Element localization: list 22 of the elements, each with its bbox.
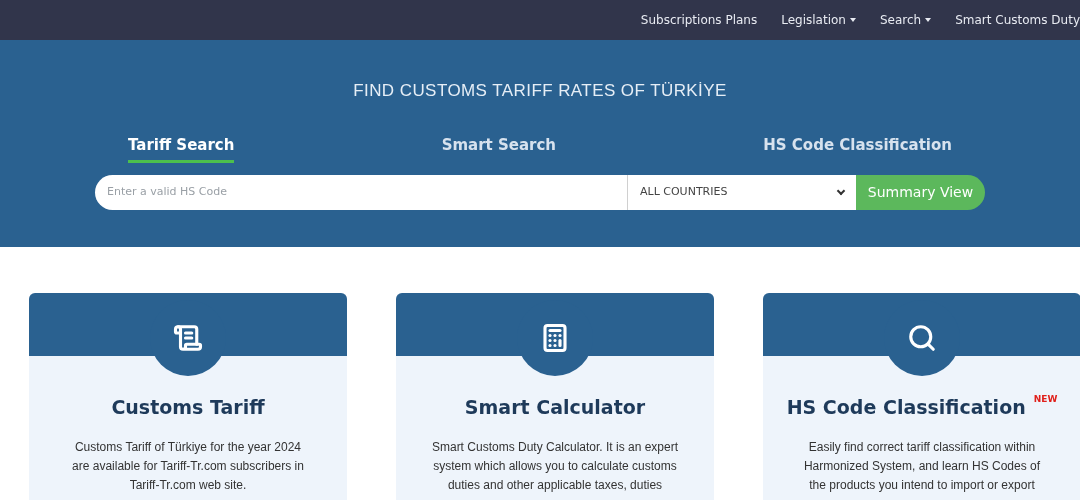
scroll-icon [173, 323, 203, 353]
card-description: Customs Tariff of Türkiye for the year 2024 are available for Tariff-Tr.com subscribers in Tariff-Tr.com web site. [71, 438, 305, 494]
nav-link[interactable]: Search [879, 11, 932, 29]
caret-icon [925, 18, 932, 22]
nav-link[interactable]: Subscriptions Plans [640, 11, 758, 29]
calculator-icon [540, 323, 570, 353]
search-tab[interactable]: Tariff Search [128, 133, 235, 163]
hs-code-field[interactable]: Enter a valid HS Code [95, 175, 627, 210]
search-tab[interactable]: Smart Search [441, 133, 557, 163]
card-description: Easily find correct tariff classification within Harmonized System, and learn HS Codes of the products you intend to import or export [802, 438, 1042, 494]
country-select[interactable]: ALL COUNTRIES [627, 175, 856, 210]
card-title: HS Code Classification [786, 395, 1026, 420]
caret-icon [849, 18, 856, 22]
nav-link[interactable]: Legislation [781, 11, 856, 29]
hero-title: FIND CUSTOMS TARIFF RATES OF TÜRKİYE [353, 80, 727, 102]
search-icon [907, 323, 937, 353]
card-title: Customs Tariff [111, 395, 265, 420]
new-label: NEW [1033, 393, 1058, 406]
nav-link[interactable]: Smart Customs Duty [955, 11, 1080, 29]
card-title: Smart Calculator [464, 395, 646, 420]
card-description: Smart Customs Duty Calculator. It is an expert system which allows you to calculate customs duties and other applicable taxes, duties [430, 438, 680, 494]
search-tab[interactable]: HS Code Classification [763, 133, 952, 163]
